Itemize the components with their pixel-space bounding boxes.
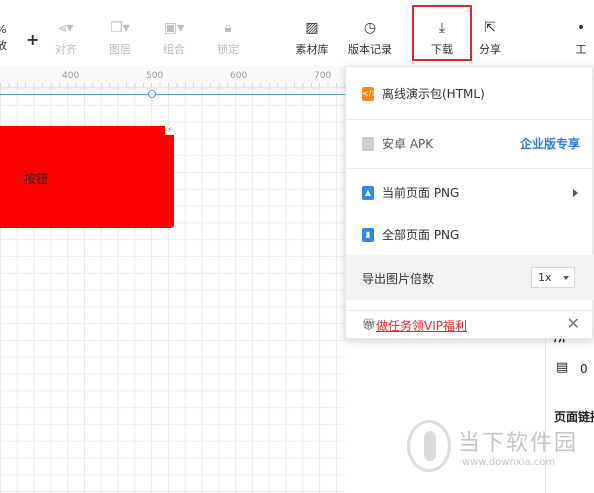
download-menu: </> 离线演示包(HTML) 安卓 APK 企业版专享 ▲ 当前页面 PNG … <box>345 66 594 340</box>
menu-item-current-page-png[interactable]: ▲ 当前页面 PNG <box>346 184 594 201</box>
lightning-icon: ⚡ <box>165 126 174 135</box>
tools-label: 工 <box>575 43 587 56</box>
submenu-arrow-icon <box>573 188 578 197</box>
assets-button[interactable]: ▨ 素材库 <box>288 18 336 57</box>
align-label: 对齐 <box>55 43 77 56</box>
resize-handle[interactable] <box>148 90 156 98</box>
export-scale-row: 导出图片倍数 1x <box>346 255 594 300</box>
zoom-label: 放 <box>0 39 7 52</box>
toolbar: % 放 + ⫷▾ 对齐 ❐▾ 图层 ▣▾ 组合 🔒︎ 锁定 ▨ 素材库 ◷ 版本… <box>0 0 594 66</box>
gift-icon: 🎁︎ <box>362 318 376 331</box>
align-icon: ⫷▾ <box>58 20 74 36</box>
download-label: 下载 <box>431 43 453 56</box>
page-icon: ▤ <box>556 360 569 375</box>
menu-divider <box>346 168 594 169</box>
watermark-logo-mark <box>424 431 436 461</box>
vip-task-link[interactable]: 做任务领VIP福利 <box>376 317 467 334</box>
apk-file-icon <box>362 136 374 151</box>
lock-button[interactable]: 🔒︎ 锁定 <box>204 18 252 57</box>
button-widget[interactable]: 按钮 ⚡ <box>0 126 174 228</box>
history-button[interactable]: ◷ 版本记录 <box>344 18 396 57</box>
png-image-icon: ▲ <box>362 185 374 200</box>
all-pages-png-label: 全部页面 PNG <box>382 228 460 242</box>
lock-icon: 🔒︎ <box>224 20 232 36</box>
share-icon: ⇱ <box>484 20 496 36</box>
group-label: 组合 <box>163 43 185 56</box>
layers-label: 图层 <box>109 43 131 56</box>
zoom-percent: % <box>0 22 7 38</box>
lock-label: 锁定 <box>217 43 239 56</box>
layers-icon: ❐▾ <box>110 20 130 36</box>
group-button[interactable]: ▣▾ 组合 <box>150 18 198 57</box>
export-scale-label: 导出图片倍数 <box>362 272 435 286</box>
menu-item-all-pages-png[interactable]: ▮ 全部页面 PNG <box>346 226 594 243</box>
share-button[interactable]: ⇱ 分享 <box>466 18 514 57</box>
download-icon: ⤓ <box>438 20 446 36</box>
close-icon[interactable]: ✕ <box>567 314 580 333</box>
current-page-png-label: 当前页面 PNG <box>382 186 460 200</box>
horizontal-ruler <box>0 66 345 88</box>
tools-icon: • <box>576 20 586 36</box>
watermark-title: 当下软件园 <box>458 431 579 456</box>
align-button[interactable]: ⫷▾ 对齐 <box>42 18 90 57</box>
menu-divider <box>346 119 594 120</box>
download-button[interactable]: ⤓ 下载 <box>418 18 466 57</box>
tools-button[interactable]: • 工 <box>566 18 594 57</box>
image-library-icon: ▨ <box>305 20 319 36</box>
button-widget-label: 按钮 <box>24 172 49 186</box>
android-apk-label: 安卓 APK <box>382 137 434 151</box>
html-file-icon: </> <box>362 86 378 101</box>
layers-button[interactable]: ❐▾ 图层 <box>96 18 144 57</box>
assets-label: 素材库 <box>295 43 329 56</box>
png-pages-icon: ▮ <box>362 227 374 242</box>
share-label: 分享 <box>479 43 501 56</box>
ruler-mark: 500 <box>146 71 164 81</box>
caret-down-icon <box>563 276 569 280</box>
export-scale-select[interactable]: 1x <box>531 267 575 288</box>
ruler-mark: 700 <box>314 71 332 81</box>
menu-item-android-apk[interactable]: 安卓 APK 企业版专享 <box>346 135 594 152</box>
enterprise-badge: 企业版专享 <box>519 137 580 151</box>
export-scale-value: 1x <box>538 271 552 284</box>
ruler-mark: 400 <box>62 71 80 81</box>
zoom-control[interactable]: % 放 <box>0 22 7 54</box>
watermark-logo <box>407 420 451 472</box>
selection-guide-line <box>0 94 345 95</box>
history-clock-icon: ◷ <box>363 20 377 36</box>
vip-promo-row: 🎁︎ 做任务领VIP福利 ✕ <box>346 310 594 340</box>
offline-package-label: 离线演示包(HTML) <box>382 87 485 101</box>
panel-count-value: 0 <box>580 362 588 376</box>
group-icon: ▣▾ <box>163 20 185 36</box>
ruler-mark: 600 <box>230 71 248 81</box>
watermark-url: www.downxia.com <box>462 457 556 468</box>
history-label: 版本记录 <box>348 43 392 56</box>
add-button[interactable]: + <box>26 30 39 49</box>
page-link-label: 页面链接 <box>554 410 594 424</box>
menu-item-offline-package[interactable]: </> 离线演示包(HTML) <box>346 85 594 102</box>
